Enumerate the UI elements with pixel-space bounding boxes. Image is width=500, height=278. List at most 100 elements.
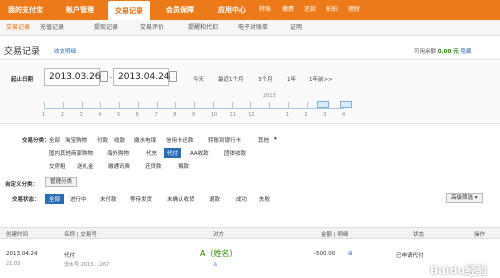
range-before-1-year[interactable]: 1年前>>	[309, 75, 333, 83]
end-date-input[interactable]: 2013.04.24	[113, 68, 170, 86]
range-1-month[interactable]: 最近1个月	[218, 75, 244, 83]
timeline-label: 9	[192, 112, 196, 118]
quick-finance[interactable]: 理财	[348, 0, 360, 20]
timeline-label: 5	[117, 112, 121, 118]
user-icon[interactable]: ♙	[213, 262, 218, 268]
watermark: Baidu经验	[430, 264, 488, 277]
detail-plus-icon[interactable]: ⊞	[348, 251, 353, 257]
chevron-down-icon[interactable]: ▾	[274, 136, 277, 142]
tab-withdraw-records[interactable]: 提现记录	[94, 20, 118, 36]
timeline-tick	[231, 102, 233, 108]
type-group[interactable]: 团体收款	[224, 149, 246, 157]
type-all[interactable]: 全部	[49, 136, 60, 144]
quick-transfer[interactable]: 转账	[259, 0, 271, 20]
status-unpaid[interactable]: 未付款	[100, 195, 117, 203]
nav-account-management[interactable]: 账户管理	[66, 0, 94, 20]
trade-type-label: 交易分类：	[22, 138, 50, 144]
quick-repay[interactable]: 还款	[304, 0, 316, 20]
type-bank-transfer[interactable]: 转账到银行卡	[208, 136, 241, 144]
calendar-icon[interactable]	[169, 71, 177, 82]
quick-paipai[interactable]: 拍拍	[326, 0, 338, 20]
row-status: 已申请代付	[396, 253, 424, 259]
timeline-tick	[212, 102, 214, 108]
tab-trade-records[interactable]: 交易记录	[6, 20, 30, 36]
status-all[interactable]: 全部	[45, 194, 65, 204]
range-1-year[interactable]: 1年	[287, 75, 296, 83]
start-date-input[interactable]: 2013.03.26	[44, 68, 101, 86]
balance-label: 可用余额	[414, 49, 437, 55]
status-success[interactable]: 成功	[236, 195, 247, 203]
timeline-label: 8	[173, 112, 177, 118]
timeline-tick	[119, 102, 120, 108]
divider	[0, 59, 500, 60]
row-counterparty: A（姓名）	[200, 249, 238, 258]
manage-category-button[interactable]: 管理分类	[45, 177, 78, 187]
col-name-tradeno: 名称 | 交易号	[64, 232, 97, 238]
row-name[interactable]: 代付	[64, 251, 75, 259]
timeline-label: 3	[79, 112, 83, 118]
status-in-progress[interactable]: 进行中	[70, 195, 87, 203]
col-amount: 金额 | 明细	[321, 232, 349, 238]
timeline-label: 10	[210, 112, 218, 118]
range-3-months[interactable]: 3个月	[258, 75, 273, 83]
type-pay[interactable]: 付款	[97, 136, 108, 144]
timeline-tick	[81, 102, 83, 108]
date-separator: -	[110, 75, 112, 81]
type-other[interactable]: 其他	[258, 136, 269, 144]
nav-member-protection[interactable]: 会员保障	[166, 0, 194, 20]
calendar-icon[interactable]	[100, 71, 108, 82]
timeline-label: 2	[304, 112, 308, 118]
status-failed[interactable]: 失败	[259, 195, 270, 203]
timeline-tick	[287, 102, 289, 108]
top-nav-bar: 我的支付宝 账户管理 交易记录 会员保障 应用中心 转账 缴费 还款 拍拍 理财	[0, 0, 500, 20]
tab-recharge-records[interactable]: 充值记录	[40, 20, 64, 36]
timeline-label: 12	[248, 112, 255, 118]
type-pay-for[interactable]: 代付	[164, 148, 182, 158]
type-phone[interactable]: 缴通讯费	[108, 162, 130, 170]
tab-statements[interactable]: 电子对账单	[238, 20, 268, 36]
date-timeline[interactable]	[44, 108, 344, 109]
type-donation[interactable]: 捐款	[178, 162, 189, 170]
quick-payment[interactable]: 缴费	[282, 0, 294, 20]
timeline-label: 11	[229, 112, 236, 118]
type-utilities[interactable]: 缴水电煤	[134, 136, 156, 144]
status-unconfirmed[interactable]: 未确认收货	[167, 195, 195, 203]
available-balance: 可用余额 0.00 元 隐藏	[414, 47, 472, 55]
tab-certificates[interactable]: 证明	[290, 20, 302, 36]
type-recharge-for[interactable]: 代充	[146, 149, 157, 157]
type-gift[interactable]: 送礼金	[77, 162, 94, 170]
timeline-start-handle[interactable]	[317, 101, 329, 108]
custom-category-label: 自定义分类：	[5, 182, 39, 188]
timeline-tick	[269, 102, 270, 108]
advanced-filter-button[interactable]: 高级筛选 ▾	[446, 193, 483, 203]
tab-trade-reviews[interactable]: 交易评价	[140, 20, 164, 36]
type-overseas[interactable]: 海外购物	[107, 149, 129, 157]
status-refund[interactable]: 退款	[209, 195, 220, 203]
col-status: 状态	[413, 232, 425, 238]
type-receive[interactable]: 收款	[114, 136, 125, 144]
timeline-tick	[306, 102, 308, 108]
type-rent[interactable]: 交房租	[49, 162, 66, 170]
status-await-shipping[interactable]: 等待发货	[130, 195, 152, 203]
timeline-label: 7	[154, 112, 158, 118]
type-loan[interactable]: 还贷款	[145, 162, 162, 170]
timeline-end-handle[interactable]	[340, 101, 352, 108]
col-counterparty: 对方	[213, 232, 225, 238]
timeline-tick	[44, 102, 45, 108]
income-expense-link[interactable]: 收支明细	[54, 47, 76, 55]
timeline-label: 2	[60, 112, 64, 118]
timeline-tick	[62, 102, 64, 108]
nav-my-alipay[interactable]: 我的支付宝	[8, 0, 43, 20]
balance-hide-toggle[interactable]: 隐藏	[461, 49, 472, 55]
type-credit-card[interactable]: 信用卡还款	[166, 136, 194, 144]
type-taobao[interactable]: 淘宝购物	[65, 136, 87, 144]
tab-reminders[interactable]: 提醒和代扣	[188, 20, 218, 36]
divider	[0, 123, 500, 124]
nav-trade-records[interactable]: 交易记录	[108, 1, 150, 20]
timeline-label: 3	[323, 112, 327, 118]
page-title: 交易记录	[4, 47, 41, 57]
nav-app-center[interactable]: 应用中心	[218, 0, 246, 20]
type-aa[interactable]: AA收款	[190, 149, 209, 157]
range-today[interactable]: 今天	[193, 75, 204, 83]
type-domestic-merchant[interactable]: 国内其他商家购物	[49, 149, 93, 157]
